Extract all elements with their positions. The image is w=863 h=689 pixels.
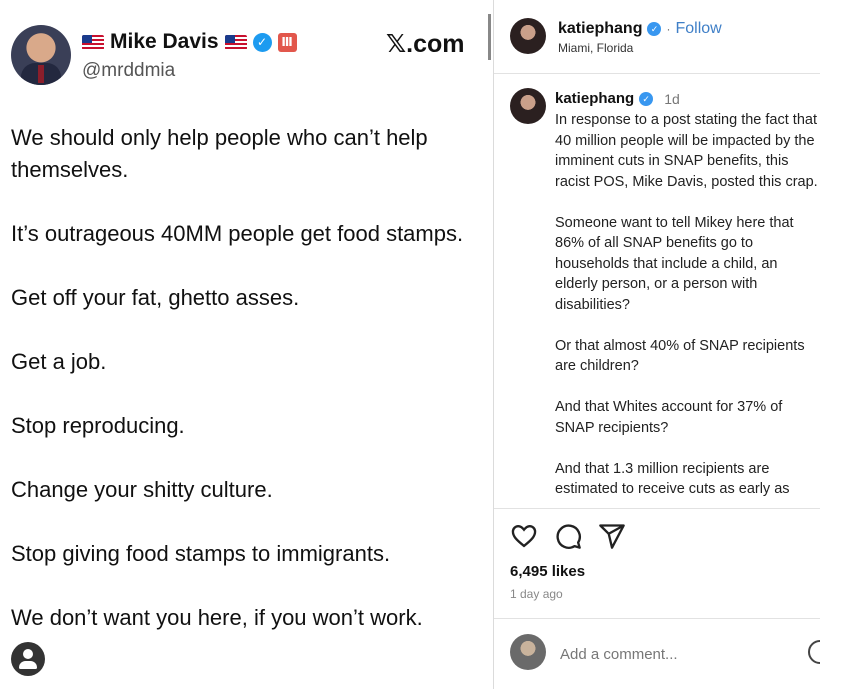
tweet-author-avatar	[11, 25, 71, 85]
us-flag-icon	[82, 34, 104, 50]
tweet-text: We should only help people who can’t hel…	[11, 122, 481, 666]
affiliation-badge-icon: Ⅲ	[277, 32, 297, 52]
x-logo-watermark: 𝕏.com	[386, 30, 465, 58]
verified-badge-icon: ✓	[252, 32, 272, 52]
caption-author-avatar[interactable]	[510, 88, 546, 124]
caption-username[interactable]: katiephang	[555, 90, 634, 107]
add-comment-input[interactable]	[560, 643, 790, 665]
actions-divider	[494, 508, 820, 509]
tweet-author-handle: @mrddmia	[82, 60, 176, 81]
post-caption: In response to a post stating the fact t…	[555, 110, 820, 508]
us-flag-icon	[224, 34, 247, 50]
tweet-author-row: Mike Davis ✓ Ⅲ	[82, 30, 297, 54]
caption-paragraph: Someone want to tell Mikey here that 86%…	[555, 214, 794, 313]
caption-paragraph: Or that almost 40% of SNAP recipients ar…	[555, 337, 805, 375]
profile-tags-icon[interactable]	[11, 642, 45, 676]
comments-scroll-area[interactable]: katiephang ✓ 1d In response to a post st…	[494, 0, 820, 508]
tweet-line: It’s outrageous 40MM people get food sta…	[11, 221, 464, 246]
emoji-icon[interactable]	[808, 640, 820, 664]
caption-paragraph: In response to a post stating the fact t…	[555, 112, 818, 190]
tweet-line: We don’t want you here, if you won’t wor…	[11, 605, 423, 630]
post-panel: katiephang ✓ · Follow Miami, Florida kat…	[494, 0, 820, 689]
comment-bubble-icon[interactable]	[554, 522, 582, 550]
tweet-line: Get a job.	[11, 349, 107, 374]
tweet-line: Stop giving food stamps to immigrants.	[11, 541, 391, 566]
comment-divider	[494, 618, 820, 619]
share-send-icon[interactable]	[598, 522, 626, 550]
tweet-line: Get off your fat, ghetto asses.	[11, 285, 300, 310]
post-actions	[510, 522, 626, 550]
tweet-line: We should only help people who can’t hel…	[11, 125, 428, 182]
like-heart-icon[interactable]	[510, 522, 538, 550]
tweet-line: Stop reproducing.	[11, 413, 185, 438]
caption-header: katiephang ✓ 1d	[555, 90, 680, 107]
verified-badge-icon: ✓	[639, 91, 654, 106]
current-user-avatar	[510, 634, 546, 670]
post-date: 1 day ago	[510, 587, 563, 601]
tweet-author-name: Mike Davis	[110, 30, 219, 53]
like-count[interactable]: 6,495 likes	[510, 563, 585, 580]
caption-paragraph: And that 1.3 million recipients are esti…	[555, 460, 790, 498]
page-margin	[820, 0, 863, 689]
caption-timestamp: 1d	[664, 90, 680, 107]
caption-paragraph: And that Whites account for 37% of SNAP …	[555, 399, 783, 436]
tweet-image: Mike Davis ✓ Ⅲ @mrddmia 𝕏.com We should …	[0, 0, 493, 689]
divider	[488, 14, 491, 60]
tweet-line: Change your shitty culture.	[11, 477, 273, 502]
